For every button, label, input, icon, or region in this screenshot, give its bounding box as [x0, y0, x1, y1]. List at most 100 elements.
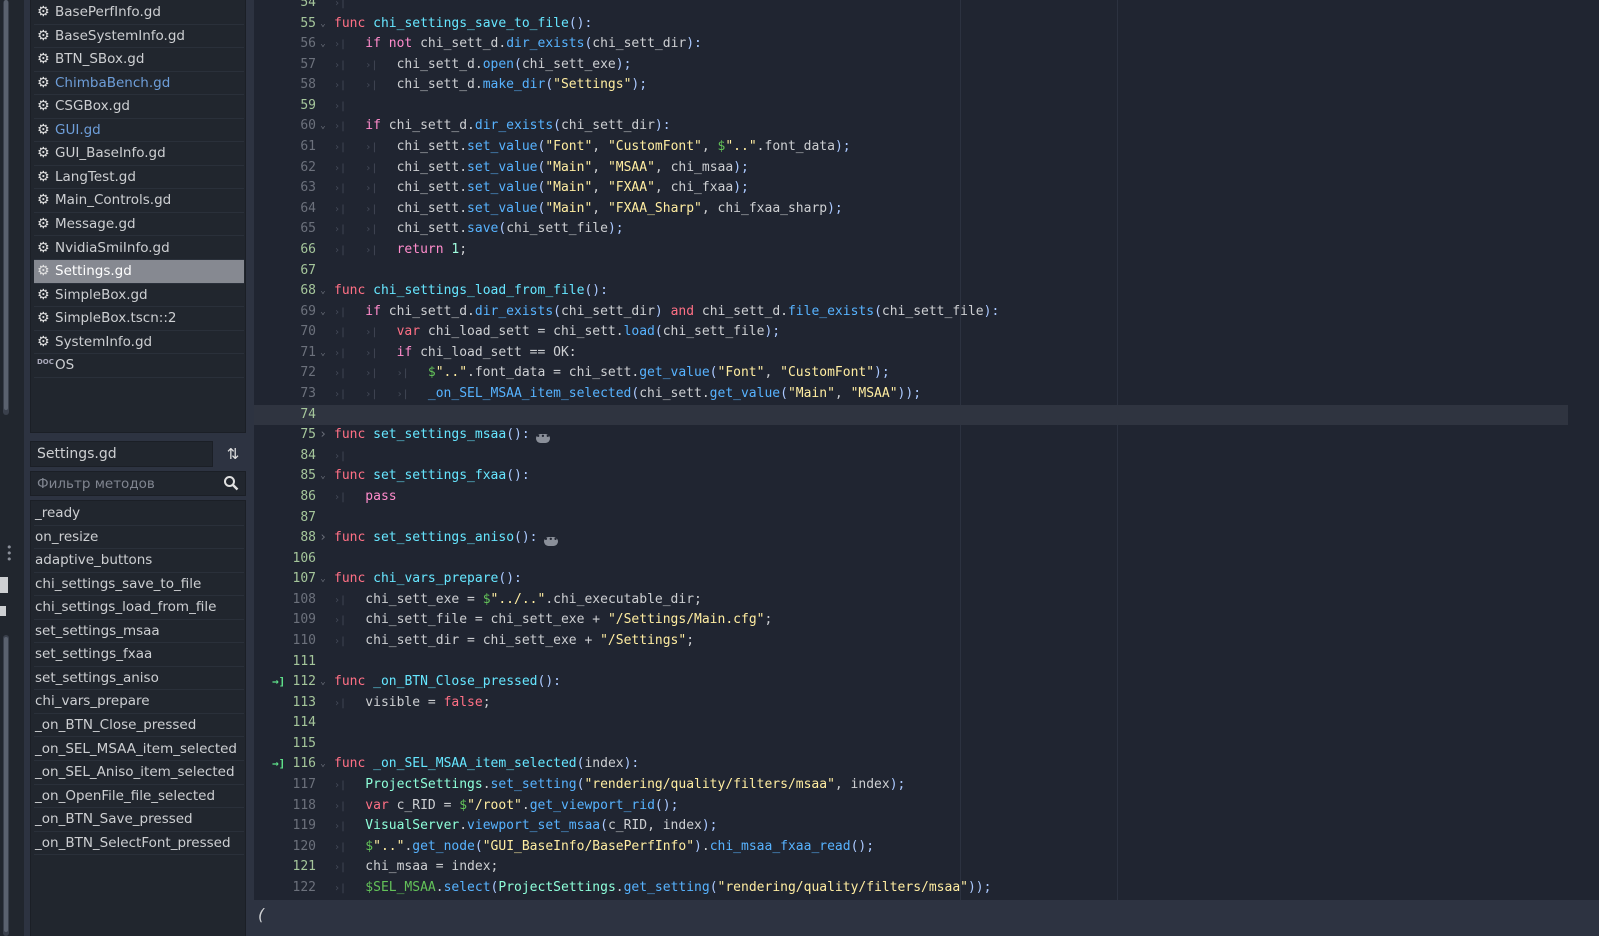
code-line[interactable]: 88 › func set_settings_aniso(): ••• — [254, 528, 1568, 549]
code-line[interactable]: 63 ›| ›| chi_sett.set_value("Main", "FXAA",… — [254, 178, 1568, 199]
code-token: $SEL_MSAA — [365, 879, 436, 895]
code-line[interactable]: 84 ›| — [254, 446, 1568, 467]
file-item[interactable]: ⚙ CSGBox.gd — [34, 95, 244, 119]
method-item[interactable]: _on_OpenFile_file_selected — [34, 785, 244, 809]
fold-open-icon[interactable]: ⌄ — [318, 281, 328, 302]
file-item[interactable]: ⚙ ChimbaBench.gd — [34, 72, 244, 96]
code-line[interactable]: 60 ⌄ ›| if chi_sett_d.dir_exists(chi_sett_d… — [254, 116, 1568, 137]
fold-open-icon[interactable]: ⌄ — [318, 466, 328, 487]
fold-open-icon[interactable]: ⌄ — [318, 672, 328, 693]
fold-closed-icon[interactable]: › — [318, 528, 328, 549]
list-view-icon[interactable] — [0, 577, 8, 593]
drag-handle-icon[interactable]: • • • — [6, 542, 13, 565]
method-filter-input[interactable] — [31, 472, 221, 495]
code-line[interactable]: 114 — [254, 713, 1568, 734]
code-line[interactable]: 66 ›| ›| return 1; — [254, 240, 1568, 261]
file-item[interactable]: ⚙ BTN_SBox.gd — [34, 48, 244, 72]
code-line[interactable]: 117 ›| ProjectSettings.set_setting("render… — [254, 775, 1568, 796]
code-line[interactable]: 67 — [254, 261, 1568, 282]
code-line[interactable]: 118 ›| var c_RID = $"/root".get_viewport_r… — [254, 796, 1568, 817]
file-item[interactable]: ⚙ Settings.gd — [34, 260, 244, 284]
method-item[interactable]: chi_vars_prepare — [34, 690, 244, 714]
file-item[interactable]: ⚙ SimpleBox.tscn::2 — [34, 307, 244, 331]
method-item[interactable]: chi_settings_save_to_file — [34, 573, 244, 597]
sort-icon[interactable] — [0, 606, 6, 616]
method-item[interactable]: adaptive_buttons — [34, 549, 244, 573]
code-line[interactable]: 110 ›| chi_sett_dir = chi_sett_exe + "/Set… — [254, 631, 1568, 652]
code-line[interactable]: 72 ›| ›| ›| $"..".font_data = chi_sett.get_v… — [254, 363, 1568, 384]
folded-code-ellipsis-icon[interactable]: ••• — [535, 433, 550, 444]
fold-open-icon[interactable]: ⌄ — [318, 343, 328, 364]
fold-closed-icon[interactable]: › — [318, 425, 328, 446]
code-line[interactable]: 54 ›| — [254, 0, 1568, 14]
code-line[interactable]: →] 116 ⌄ func _on_SEL_MSAA_item_selected(in… — [254, 754, 1568, 775]
code-line[interactable]: 108 ›| chi_sett_exe = $"../..".chi_executa… — [254, 590, 1568, 611]
method-item[interactable]: chi_settings_load_from_file — [34, 596, 244, 620]
file-item[interactable]: ⚙ BaseSystemInfo.gd — [34, 25, 244, 49]
method-item[interactable]: on_resize — [34, 526, 244, 550]
code-text: ›| if chi_sett_d.dir_exists(chi_sett_dir)… — [334, 116, 671, 138]
code-line[interactable]: 87 — [254, 508, 1568, 529]
file-item[interactable]: ⚙ LangTest.gd — [34, 166, 244, 190]
method-item[interactable]: _on_BTN_Close_pressed — [34, 714, 244, 738]
code-line[interactable]: 75 › func set_settings_msaa(): ••• — [254, 425, 1568, 446]
sort-methods-button[interactable]: ⇅ — [222, 443, 244, 465]
fold-open-icon[interactable]: ⌄ — [318, 754, 328, 775]
file-item[interactable]: ⚙ GUI.gd — [34, 119, 244, 143]
file-item[interactable]: ⚙ GUI_BaseInfo.gd — [34, 142, 244, 166]
code-line[interactable]: 74 — [254, 404, 1568, 426]
code-line[interactable]: 71 ⌄ ›| ›| if chi_load_sett == OK: — [254, 343, 1568, 364]
code-line[interactable]: 119 ›| VisualServer.viewport_set_msaa(c_RI… — [254, 816, 1568, 837]
method-item[interactable]: _on_SEL_MSAA_item_selected — [34, 738, 244, 761]
file-item[interactable]: ⚙ Message.gd — [34, 213, 244, 237]
file-item[interactable]: ⚙ SimpleBox.gd — [34, 284, 244, 308]
file-item[interactable]: ⚙ BasePerfInfo.gd — [34, 1, 244, 25]
code-line[interactable]: 121 ›| chi_msaa = index; — [254, 857, 1568, 878]
code-line[interactable]: 115 — [254, 734, 1568, 755]
code-line[interactable]: 73 ›| ›| ›| _on_SEL_MSAA_item_selected (chi_s… — [254, 384, 1568, 405]
code-line[interactable]: 56 ⌄ ›| if not chi_sett_d.dir_exists(chi_se… — [254, 34, 1568, 55]
code-line[interactable]: 62 ›| ›| chi_sett.set_value("Main", "MSAA",… — [254, 158, 1568, 179]
fold-open-icon[interactable]: ⌄ — [318, 34, 328, 55]
code-line[interactable]: 113 ›| visible = false; — [254, 693, 1568, 714]
code-line[interactable]: 61 ›| ›| chi_sett.set_value("Font", "Custom… — [254, 137, 1568, 158]
scrollbar[interactable] — [3, 635, 9, 936]
method-item[interactable]: _on_BTN_SelectFont_pressed — [34, 832, 244, 856]
fold-open-icon[interactable]: ⌄ — [318, 302, 328, 323]
folded-code-ellipsis-icon[interactable]: ••• — [543, 536, 558, 547]
code-line[interactable]: 111 — [254, 652, 1568, 673]
code-line[interactable]: 55 ⌄ func chi_settings_save_to_file(): — [254, 14, 1568, 35]
code-line[interactable]: 109 ›| chi_sett_file = chi_sett_exe + "/Se… — [254, 610, 1568, 631]
method-item[interactable]: _ready — [34, 502, 244, 526]
code-line[interactable]: 65 ›| ›| chi_sett.save(chi_sett_file); — [254, 219, 1568, 240]
code-line[interactable]: 64 ›| ›| chi_sett.set_value("Main", "FXAA_S… — [254, 199, 1568, 220]
code-line[interactable]: 106 — [254, 549, 1568, 570]
code-line[interactable]: 68 ⌄ func chi_settings_load_from_file(): — [254, 281, 1568, 302]
method-item[interactable]: set_settings_aniso — [34, 667, 244, 691]
code-line[interactable]: 59 ›| — [254, 96, 1568, 117]
method-item[interactable]: set_settings_msaa — [34, 620, 244, 644]
file-item[interactable]: ⚙ NvidiaSmiInfo.gd — [34, 237, 244, 260]
code-line[interactable]: 107 ⌄ func chi_vars_prepare(): — [254, 569, 1568, 590]
code-editor[interactable]: 54 ›| 55 ⌄ func chi_settings_save_to_file():… — [254, 0, 1568, 900]
fold-open-icon[interactable]: ⌄ — [318, 14, 328, 35]
code-line[interactable]: →] 112 ⌄ func _on_BTN_Close_pressed(): — [254, 672, 1568, 693]
scrollbar[interactable] — [3, 0, 9, 415]
file-item[interactable]: ⚙ SystemInfo.gd — [34, 331, 244, 355]
file-item[interactable]: DOC OS — [34, 354, 244, 378]
code-line[interactable]: 85 ⌄ func set_settings_fxaa(): — [254, 466, 1568, 487]
method-item[interactable]: _on_SEL_Aniso_item_selected — [34, 761, 244, 785]
code-line[interactable]: 70 ›| ›| var chi_load_sett = chi_sett.load(… — [254, 322, 1568, 343]
code-line[interactable]: 120 ›| $"..". get_node("GUI_BaseInfo/BasePe… — [254, 837, 1568, 858]
method-item[interactable]: _on_BTN_Save_pressed — [34, 808, 244, 832]
code-line[interactable]: 58 ›| ›| chi_sett_d.make_dir("Settings"); — [254, 75, 1568, 96]
method-item[interactable]: set_settings_fxaa — [34, 643, 244, 667]
code-line[interactable]: 69 ⌄ ›| if chi_sett_d.dir_exists(chi_sett_d… — [254, 302, 1568, 323]
method-filter[interactable] — [30, 471, 246, 496]
code-line[interactable]: 86 ›| pass — [254, 487, 1568, 508]
fold-open-icon[interactable]: ⌄ — [318, 116, 328, 137]
fold-open-icon[interactable]: ⌄ — [318, 569, 328, 590]
code-line[interactable]: 122 ›| $SEL_MSAA.select(ProjectSettings.ge… — [254, 878, 1568, 899]
code-line[interactable]: 57 ›| ›| chi_sett_d.open(chi_sett_exe); — [254, 55, 1568, 76]
file-item[interactable]: ⚙ Main_Controls.gd — [34, 189, 244, 213]
